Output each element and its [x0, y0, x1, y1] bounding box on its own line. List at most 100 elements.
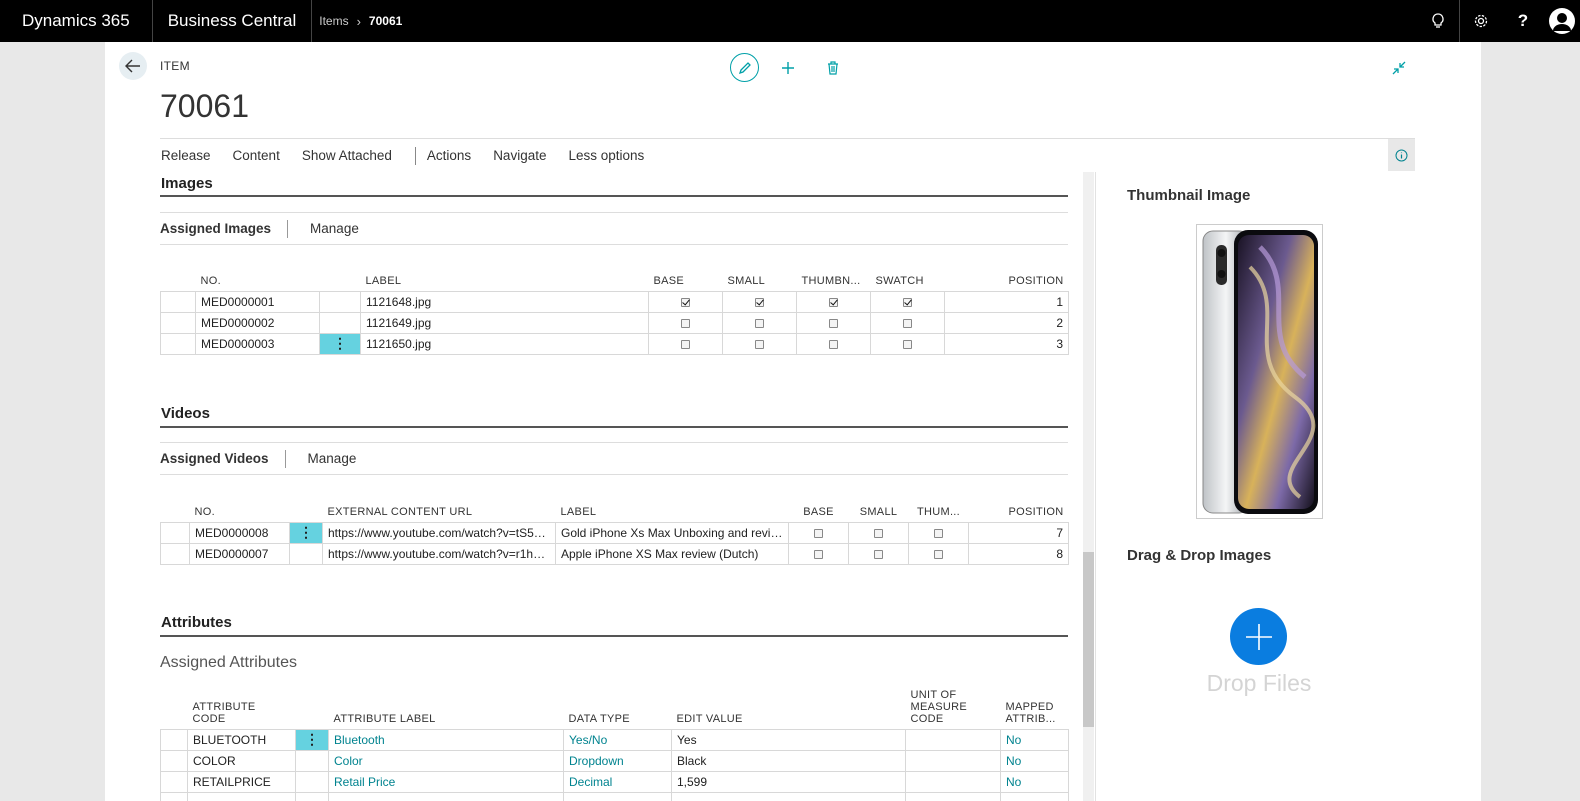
- col-no[interactable]: NO.: [190, 493, 290, 522]
- row-menu-button[interactable]: ⋮: [289, 521, 323, 544]
- cell-label[interactable]: 1121648.jpg: [360, 290, 649, 313]
- col-base[interactable]: BASE: [649, 262, 723, 291]
- cell-edit-value[interactable]: 1,599: [671, 770, 906, 793]
- table-row[interactable]: RETAILPRICE Retail Price Decimal 1,599 N…: [160, 770, 1069, 793]
- action-release[interactable]: Release: [160, 148, 222, 163]
- cell-no[interactable]: MED0000002: [195, 311, 320, 334]
- cell-position[interactable]: 2: [944, 311, 1069, 334]
- cell-unit-of-measure[interactable]: [905, 749, 1001, 772]
- cell-no[interactable]: MED0000007: [189, 542, 290, 565]
- videos-manage-button[interactable]: Manage: [286, 451, 357, 466]
- col-small[interactable]: SMALL: [723, 262, 797, 291]
- action-show-attached[interactable]: Show Attached: [301, 148, 403, 163]
- scrollbar-thumb[interactable]: [1083, 552, 1094, 727]
- attributes-section-title[interactable]: Attributes: [161, 614, 232, 631]
- action-content[interactable]: Content: [232, 148, 291, 163]
- thumbnail-checkbox[interactable]: [829, 297, 838, 307]
- small-checkbox[interactable]: [755, 318, 764, 328]
- col-data-type[interactable]: DATA TYPE: [564, 677, 672, 729]
- table-row[interactable]: MED0000007 https://www.youtube.com/watch…: [160, 542, 1069, 565]
- col-label[interactable]: LABEL: [556, 493, 789, 522]
- edit-button[interactable]: [730, 53, 759, 82]
- col-base[interactable]: BASE: [789, 493, 849, 522]
- thumbnail-checkbox[interactable]: [829, 339, 838, 349]
- cell-label[interactable]: Gold iPhone Xs Max Unboxing and review!: [555, 521, 789, 544]
- thumbnail-checkbox[interactable]: [934, 549, 943, 559]
- base-checkbox[interactable]: [814, 528, 823, 538]
- cell-url[interactable]: https://www.youtube.com/watch?v=tS5KaE..…: [322, 521, 556, 544]
- lightbulb-icon[interactable]: [1417, 0, 1459, 42]
- videos-section-title[interactable]: Videos: [161, 405, 210, 422]
- cell-mapped-attribute[interactable]: No: [1000, 728, 1069, 751]
- cell-attribute-label[interactable]: Bluetooth: [328, 728, 564, 751]
- new-button[interactable]: [773, 53, 802, 82]
- thumbnail-checkbox[interactable]: [934, 528, 943, 538]
- base-checkbox[interactable]: [681, 318, 690, 328]
- cell-position[interactable]: 3: [944, 332, 1069, 355]
- cell-url[interactable]: https://www.youtube.com/watch?v=r1hpD...: [322, 542, 556, 565]
- col-position[interactable]: POSITION: [969, 493, 1069, 522]
- cell-no[interactable]: MED0000003: [195, 332, 320, 355]
- cell-data-type[interactable]: Decimal: [563, 770, 672, 793]
- col-mapped-attribute[interactable]: MAPPED ATTRIB...: [1001, 677, 1069, 729]
- collapse-button[interactable]: [1387, 56, 1411, 80]
- swatch-checkbox[interactable]: [903, 318, 912, 328]
- cell-attribute-code[interactable]: RETAILPRICE: [187, 770, 296, 793]
- cell-data-type[interactable]: Dropdown: [563, 749, 672, 772]
- app-name[interactable]: Business Central: [153, 0, 313, 42]
- action-less-options[interactable]: Less options: [567, 148, 655, 163]
- small-checkbox[interactable]: [874, 528, 883, 538]
- cell-position[interactable]: 7: [968, 521, 1069, 544]
- back-button[interactable]: [119, 52, 147, 80]
- col-edit-value[interactable]: EDIT VALUE: [672, 677, 906, 729]
- upload-button[interactable]: [1230, 608, 1287, 665]
- product-name[interactable]: Dynamics 365: [0, 0, 153, 42]
- cell-unit-of-measure[interactable]: [905, 770, 1001, 793]
- cell-edit-value[interactable]: Black: [671, 749, 906, 772]
- table-row[interactable]: MED0000001 1121648.jpg 1: [160, 290, 1069, 313]
- base-checkbox[interactable]: [814, 549, 823, 559]
- table-row[interactable]: BLUETOOTH ⋮ Bluetooth Yes/No Yes No: [160, 728, 1069, 751]
- swatch-checkbox[interactable]: [903, 297, 912, 307]
- col-thumbnail[interactable]: THUMBN...: [797, 262, 871, 291]
- breadcrumb-items[interactable]: Items: [319, 14, 348, 28]
- images-section-title[interactable]: Images: [161, 175, 213, 192]
- delete-button[interactable]: [818, 53, 847, 82]
- table-row[interactable]: MED0000003 ⋮ 1121650.jpg 3: [160, 332, 1069, 355]
- table-row[interactable]: MED0000008 ⋮ https://www.youtube.com/wat…: [160, 521, 1069, 544]
- col-attribute-code[interactable]: ATTRIBUTE CODE: [188, 677, 296, 729]
- small-checkbox[interactable]: [874, 549, 883, 559]
- cell-unit-of-measure[interactable]: [905, 728, 1001, 751]
- info-button[interactable]: [1388, 139, 1415, 171]
- col-no[interactable]: NO.: [196, 262, 320, 291]
- images-manage-button[interactable]: Manage: [288, 221, 359, 236]
- cell-label[interactable]: Apple iPhone XS Max review (Dutch): [555, 542, 789, 565]
- help-icon[interactable]: ?: [1502, 0, 1544, 42]
- cell-label[interactable]: 1121649.jpg: [360, 311, 649, 334]
- cell-data-type[interactable]: Yes/No: [563, 728, 672, 751]
- cell-edit-value[interactable]: Yes: [671, 728, 906, 751]
- swatch-checkbox[interactable]: [903, 339, 912, 349]
- table-row[interactable]: MED0000002 1121649.jpg 2: [160, 311, 1069, 334]
- cell-position[interactable]: 1: [944, 290, 1069, 313]
- avatar[interactable]: [1544, 0, 1580, 42]
- table-row[interactable]: [160, 791, 1069, 801]
- col-position[interactable]: POSITION: [945, 262, 1069, 291]
- col-thumbnail[interactable]: THUM...: [909, 493, 969, 522]
- gear-icon[interactable]: [1460, 0, 1502, 42]
- cell-attribute-label[interactable]: Color: [328, 749, 564, 772]
- base-checkbox[interactable]: [681, 297, 690, 307]
- action-actions[interactable]: Actions: [426, 148, 482, 163]
- col-label[interactable]: LABEL: [361, 262, 649, 291]
- cell-attribute-label[interactable]: Retail Price: [328, 770, 564, 793]
- col-small[interactable]: SMALL: [849, 493, 909, 522]
- thumbnail-checkbox[interactable]: [829, 318, 838, 328]
- cell-attribute-code[interactable]: COLOR: [187, 749, 296, 772]
- table-row[interactable]: COLOR Color Dropdown Black No: [160, 749, 1069, 772]
- cell-attribute-code[interactable]: BLUETOOTH: [187, 728, 296, 751]
- cell-position[interactable]: 8: [968, 542, 1069, 565]
- row-menu-button[interactable]: ⋮: [295, 728, 329, 751]
- small-checkbox[interactable]: [755, 339, 764, 349]
- row-menu-button[interactable]: ⋮: [319, 332, 361, 355]
- action-navigate[interactable]: Navigate: [492, 148, 557, 163]
